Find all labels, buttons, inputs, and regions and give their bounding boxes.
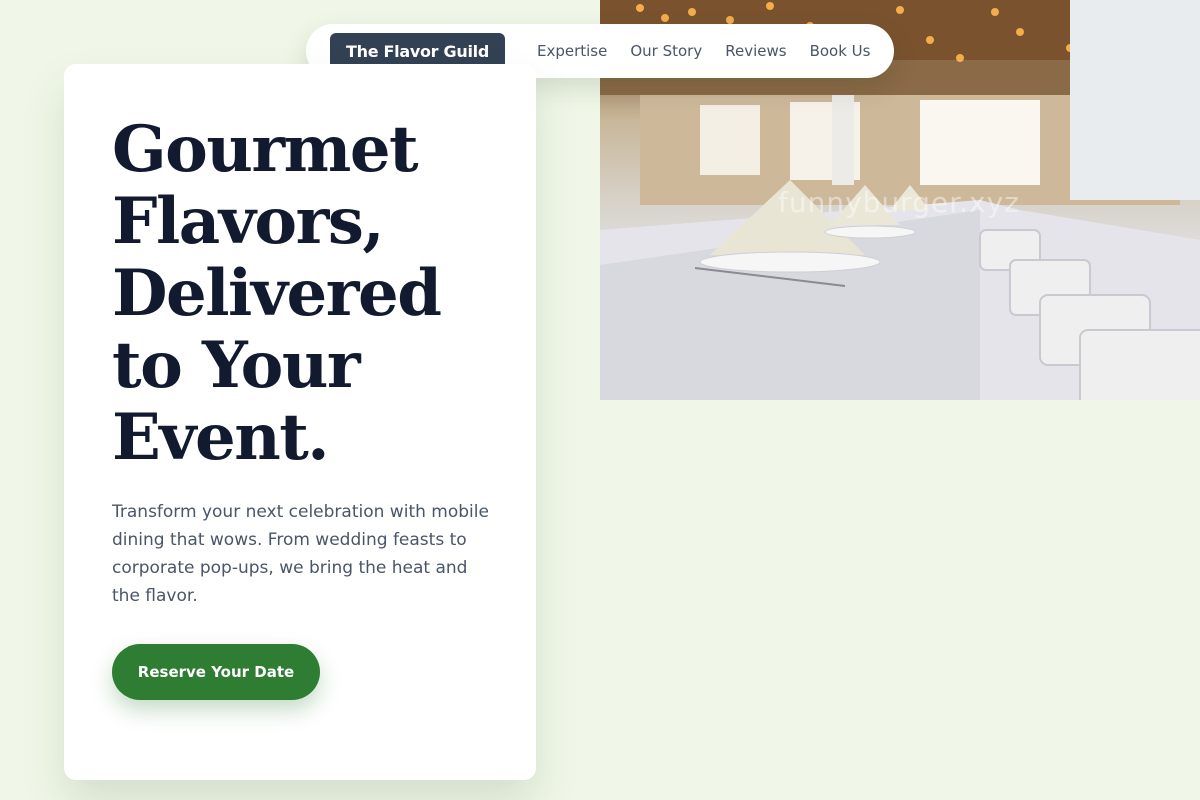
headline-line: to Your xyxy=(112,328,361,403)
reserve-date-button[interactable]: Reserve Your Date xyxy=(112,644,320,700)
nav-link-book-us[interactable]: Book Us xyxy=(810,42,871,60)
headline-line: Flavors, xyxy=(112,184,385,259)
headline-line: Gourmet xyxy=(112,112,419,187)
nav-link-expertise[interactable]: Expertise xyxy=(537,42,607,60)
headline-line: Delivered xyxy=(112,256,442,331)
nav-link-our-story[interactable]: Our Story xyxy=(630,42,702,60)
headline-line: Event. xyxy=(112,400,330,475)
nav-links: Expertise Our Story Reviews Book Us xyxy=(537,42,871,60)
photo-watermark: funnyburger.xyz xyxy=(778,186,1020,219)
hero-headline: Gourmet Flavors, Delivered to Your Event… xyxy=(112,114,488,474)
nav-link-reviews[interactable]: Reviews xyxy=(725,42,786,60)
hero-description: Transform your next celebration with mob… xyxy=(112,502,489,606)
hero-card: Gourmet Flavors, Delivered to Your Event… xyxy=(64,64,536,780)
